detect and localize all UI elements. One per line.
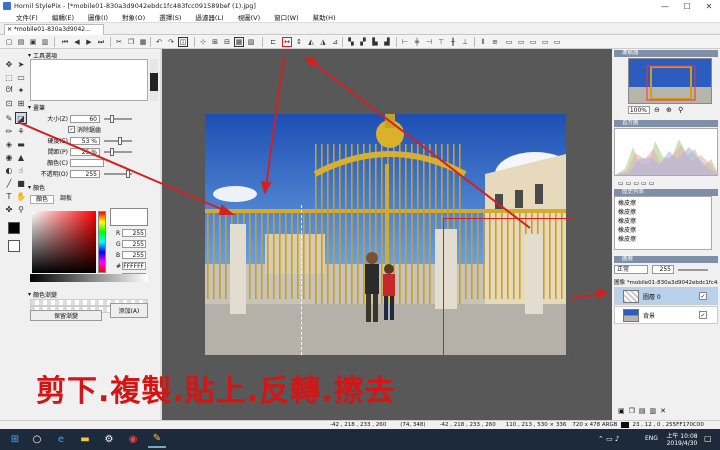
histogram-channel-buttons: ▭ ▭ ▭ ▭ ▭: [618, 180, 714, 188]
status-bar: -42 , 218 , 233 , 260 (74, 348) -42 , 21…: [0, 420, 720, 429]
tray-icons[interactable]: ⌃ ▭ ♪: [598, 435, 619, 443]
layer-row[interactable]: 背景 ✓: [614, 306, 718, 324]
tutorial-caption: 剪下.複製.貼上.反轉.擦去: [36, 374, 396, 409]
edge-icon[interactable]: e: [52, 431, 70, 448]
channel-lum-icon[interactable]: ▭: [649, 180, 655, 188]
settings-icon[interactable]: ⚙: [100, 431, 118, 448]
chrome-icon[interactable]: ◉: [124, 431, 142, 448]
channel-rgb-icon[interactable]: ▭: [618, 180, 624, 188]
layer-thumbnail: [623, 290, 639, 303]
layer-visible-checkbox[interactable]: ✓: [699, 292, 707, 300]
history-item[interactable]: 橡皮擦: [618, 207, 636, 216]
zoom-out-icon[interactable]: ⊖: [654, 106, 660, 114]
blend-mode-select[interactable]: 正常: [614, 265, 648, 274]
status-selection: 110 , 213 , 530 × 336: [505, 422, 567, 428]
layer-buttons: ▣ ❐ ▤ ▥ ✕: [618, 407, 714, 416]
delete-layer-icon[interactable]: ✕: [660, 407, 666, 416]
history-item[interactable]: 橡皮擦: [618, 234, 636, 243]
zoom-select[interactable]: 100%: [628, 106, 650, 114]
new-layer-icon[interactable]: ▣: [618, 407, 625, 416]
histogram-chart: [615, 139, 719, 175]
clock-date[interactable]: 2019/4/30: [664, 440, 700, 447]
status-rect-2: -42 , 218 , 233 , 260: [439, 422, 496, 428]
navigator-header[interactable]: 導航器: [614, 50, 718, 57]
layer-thumbnail: [623, 309, 639, 322]
layer-opacity-input[interactable]: 255: [652, 265, 674, 274]
layer-opacity-slider[interactable]: [678, 269, 708, 271]
history-header[interactable]: 歷史列表: [614, 189, 718, 196]
image-name: 圖像 *mobile01-830a3d9042ebdc1fc483fcc0: [614, 280, 718, 286]
layer-row[interactable]: 圖層 0 ✓: [614, 287, 718, 305]
explorer-icon[interactable]: ▬: [76, 431, 94, 448]
layers-header[interactable]: 圖層: [614, 256, 718, 263]
navigator-preview: [629, 59, 711, 103]
history-item[interactable]: 橡皮擦: [618, 198, 636, 207]
channel-b-icon[interactable]: ▭: [641, 180, 647, 188]
status-color-swatch: [621, 422, 630, 428]
histogram-header[interactable]: 直方圖: [614, 120, 718, 127]
zoom-in-icon[interactable]: ⊕: [666, 106, 672, 114]
stylepix-icon[interactable]: ✎: [148, 431, 166, 448]
channel-r-icon[interactable]: ▭: [626, 180, 632, 188]
search-icon[interactable]: ○: [28, 431, 46, 448]
layer-props-icon[interactable]: ▤: [639, 407, 646, 416]
status-color: 23 , 12 , 0 , 255FF170C00: [632, 422, 704, 428]
history-item[interactable]: 橡皮擦: [618, 225, 636, 234]
windows-taskbar: ⊞ ○ e ▬ ⚙ ◉ ✎ ⌃ ▭ ♪ ENG 上午 10:08 2019/4/…: [0, 429, 720, 450]
layer-visible-checkbox[interactable]: ✓: [699, 311, 707, 319]
status-rect: -42 , 218 , 233 , 260: [330, 422, 387, 428]
history-item[interactable]: 橡皮擦: [618, 216, 636, 225]
language-indicator[interactable]: ENG: [645, 435, 658, 442]
merge-layer-icon[interactable]: ▥: [650, 407, 657, 416]
start-icon[interactable]: ⊞: [6, 431, 24, 448]
status-cursor: (74, 348): [400, 422, 426, 428]
zoom-fit-icon[interactable]: ⚲: [678, 106, 683, 114]
clock-time[interactable]: 上午 10:08: [664, 431, 700, 440]
duplicate-layer-icon[interactable]: ❐: [629, 407, 635, 416]
notifications-icon[interactable]: ▢: [704, 434, 712, 443]
navigator-thumbnail[interactable]: [628, 58, 712, 104]
histogram: [614, 128, 719, 176]
channel-g-icon[interactable]: ▭: [633, 180, 639, 188]
status-image-size: 720 x 478 ARGB: [572, 422, 618, 428]
